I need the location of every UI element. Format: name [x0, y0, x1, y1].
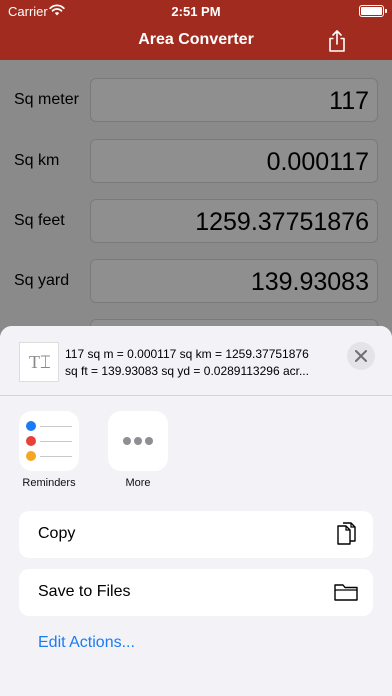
app-reminders[interactable]: Reminders [19, 411, 79, 489]
copy-action[interactable]: Copy [19, 511, 373, 558]
row-sq-km: Sq km 0.000117 [0, 139, 392, 185]
copy-icon [335, 521, 359, 554]
field-value: 117 [329, 87, 369, 115]
folder-icon [333, 582, 359, 607]
status-time: 2:51 PM [171, 4, 221, 19]
row-label: Sq meter [14, 91, 79, 108]
share-preview: T⌶ 117 sq m = 0.000117 sq km = 1259.3775… [0, 326, 392, 396]
share-sheet: T⌶ 117 sq m = 0.000117 sq km = 1259.3775… [0, 326, 392, 696]
status-bar: Carrier 2:51 PM [0, 0, 392, 22]
app-label: Reminders [22, 477, 76, 489]
app-label: More [125, 477, 151, 489]
navigation-bar: Area Converter [0, 22, 392, 60]
close-icon [355, 350, 367, 362]
row-label: Sq yard [14, 272, 70, 289]
text-icon: T⌶ [19, 342, 59, 382]
close-button[interactable] [347, 342, 375, 370]
field-value: 0.000117 [266, 148, 369, 176]
action-label: Copy [38, 525, 76, 542]
field-value: 139.93083 [250, 268, 369, 296]
field-value: 1259.37751876 [195, 208, 369, 236]
battery-icon [359, 5, 387, 17]
edit-actions-link[interactable]: Edit Actions... [38, 634, 135, 652]
preview-text: 117 sq m = 0.000117 sq km = 1259.3775187… [65, 346, 340, 380]
more-icon [108, 411, 168, 471]
sq-yard-field[interactable]: 139.93083 [90, 259, 378, 303]
row-label: Sq km [14, 152, 60, 169]
sq-km-field[interactable]: 0.000117 [90, 139, 378, 183]
app-more[interactable]: More [108, 411, 168, 489]
sq-feet-field[interactable]: 1259.37751876 [90, 199, 378, 243]
row-sq-yard: Sq yard 139.93083 [0, 259, 392, 305]
row-sq-meter: Sq meter 117 [0, 78, 392, 124]
action-label: Save to Files [38, 583, 131, 600]
preview-line-2: sq ft = 139.93083 sq yd = 0.0289113296 a… [65, 364, 309, 378]
row-label: Sq feet [14, 212, 65, 229]
share-icon[interactable] [326, 29, 348, 53]
save-to-files-action[interactable]: Save to Files [19, 569, 373, 616]
sq-meter-field[interactable]: 117 [90, 78, 378, 122]
reminders-icon [19, 411, 79, 471]
preview-line-1: 117 sq m = 0.000117 sq km = 1259.3775187… [65, 347, 309, 361]
row-sq-feet: Sq feet 1259.37751876 [0, 199, 392, 245]
